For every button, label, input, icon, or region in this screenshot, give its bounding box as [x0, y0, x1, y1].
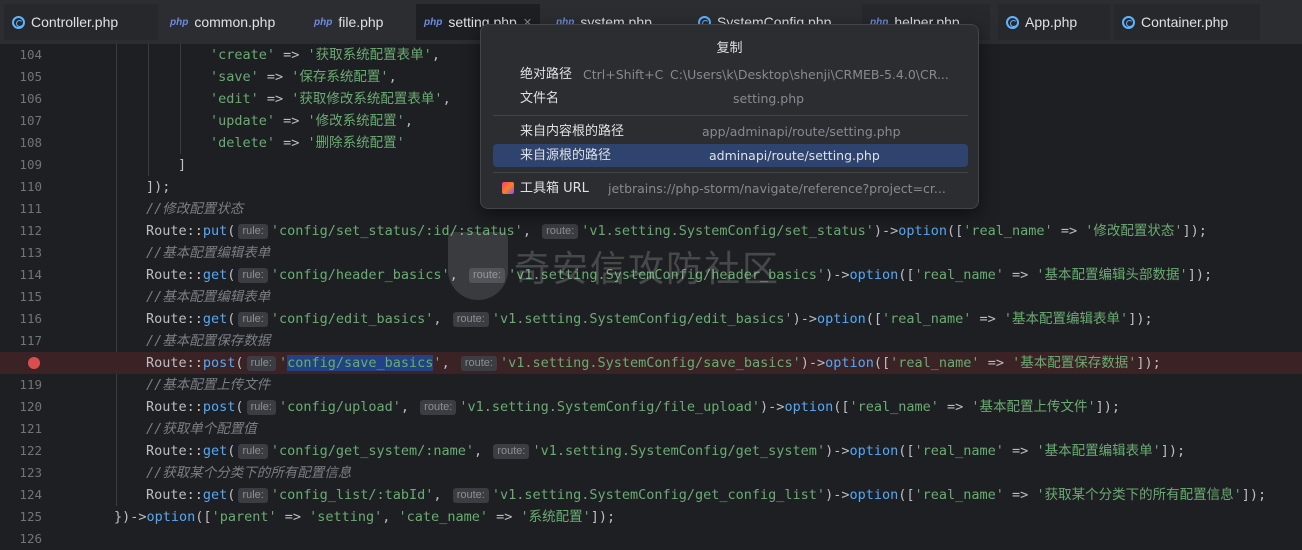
php-file-icon: php [170, 16, 189, 28]
line-number: 121 [19, 421, 42, 436]
jetbrains-toolbox-icon [502, 182, 514, 194]
breakpoint-icon[interactable] [28, 357, 40, 369]
menu-item-toolbox-url[interactable]: 工具箱 URL jetbrains://php-storm/navigate/r… [493, 177, 968, 200]
line-number: 122 [19, 443, 42, 458]
line-number: 104 [19, 47, 42, 62]
code-line: 126 [0, 528, 1302, 550]
line-number: 111 [19, 201, 42, 216]
code-line: 124 Route::get(rule:'config_list/:tabId'… [0, 484, 1302, 506]
code-line: 116 Route::get(rule:'config/edit_basics'… [0, 308, 1302, 330]
menu-item-file-name[interactable]: 文件名 setting.php [493, 87, 968, 110]
code-line: 113 //基本配置编辑表单 [0, 242, 1302, 264]
line-number: 114 [19, 267, 42, 282]
parameter-hint: route: [420, 400, 457, 415]
line-number: 126 [19, 531, 42, 546]
tab-controller[interactable]: Controller.php [4, 4, 158, 40]
line-number: 125 [19, 509, 42, 524]
line-number: 115 [19, 289, 42, 304]
code-line: 114 Route::get(rule:'config/header_basic… [0, 264, 1302, 286]
php-file-icon: php [424, 16, 443, 28]
line-number: 110 [19, 179, 42, 194]
menu-separator [493, 172, 968, 173]
parameter-hint: rule: [246, 400, 276, 415]
menu-item-absolute-path[interactable]: 绝对路径 Ctrl+Shift+C C:\Users\k\Desktop\she… [493, 63, 968, 86]
tab-common[interactable]: php common.php [162, 4, 296, 40]
line-number: 123 [19, 465, 42, 480]
parameter-hint: route: [542, 224, 579, 239]
parameter-hint: rule: [238, 312, 268, 327]
parameter-hint: route: [468, 268, 506, 283]
code-line: 123 //获取某个分类下的所有配置信息 [0, 462, 1302, 484]
line-number: 124 [19, 487, 42, 502]
parameter-hint: rule: [246, 356, 276, 371]
tab-container[interactable]: Container.php [1114, 4, 1260, 40]
code-line: 117 //基本配置保存数据 [0, 330, 1302, 352]
line-number: 108 [19, 135, 42, 150]
line-number: 113 [19, 245, 42, 260]
code-line: 112 Route::put(rule:'config/set_status/:… [0, 220, 1302, 242]
line-number: 109 [19, 157, 42, 172]
line-number: 112 [19, 223, 42, 238]
class-icon [12, 15, 25, 29]
class-icon [1122, 15, 1135, 29]
class-icon [1006, 15, 1019, 29]
text-selection: config/save_basics [287, 355, 434, 371]
line-number: 119 [19, 377, 42, 392]
menu-item-content-root-path[interactable]: 来自内容根的路径 app/adminapi/route/setting.php [493, 120, 968, 143]
parameter-hint: route: [493, 444, 530, 459]
line-number: 105 [19, 69, 42, 84]
menu-item-source-root-path[interactable]: 来自源根的路径 adminapi/route/setting.php [493, 144, 968, 167]
line-number: 120 [19, 399, 42, 414]
line-number: 117 [19, 333, 42, 348]
parameter-hint: rule: [238, 224, 268, 239]
line-number: 116 [19, 311, 42, 326]
parameter-hint: route: [452, 488, 489, 503]
php-file-icon: php [314, 16, 333, 28]
parameter-hint: route: [460, 356, 497, 371]
parameter-hint: rule: [238, 444, 268, 459]
copy-path-popup: 复制 绝对路径 Ctrl+Shift+C C:\Users\k\Desktop\… [480, 24, 979, 209]
code-line: 119 //基本配置上传文件 [0, 374, 1302, 396]
line-number: 106 [19, 91, 42, 106]
code-line: 121 //获取单个配置值 [0, 418, 1302, 440]
code-line: 125 })->option(['parent' => 'setting', '… [0, 506, 1302, 528]
parameter-hint: route: [452, 312, 489, 327]
code-line: 122 Route::get(rule:'config/get_system/:… [0, 440, 1302, 462]
code-line-breakpoint: 118 Route::post(rule:'config/save_basics… [0, 352, 1302, 374]
parameter-hint: rule: [238, 268, 268, 283]
line-number: 107 [19, 113, 42, 128]
code-line: 115 //基本配置编辑表单 [0, 286, 1302, 308]
popup-title: 复制 [716, 41, 743, 56]
tab-app[interactable]: App.php [998, 4, 1110, 40]
code-line: 120 Route::post(rule:'config/upload', ro… [0, 396, 1302, 418]
menu-separator [493, 115, 968, 116]
parameter-hint: rule: [238, 488, 268, 503]
tab-file[interactable]: php file.php [306, 4, 414, 40]
